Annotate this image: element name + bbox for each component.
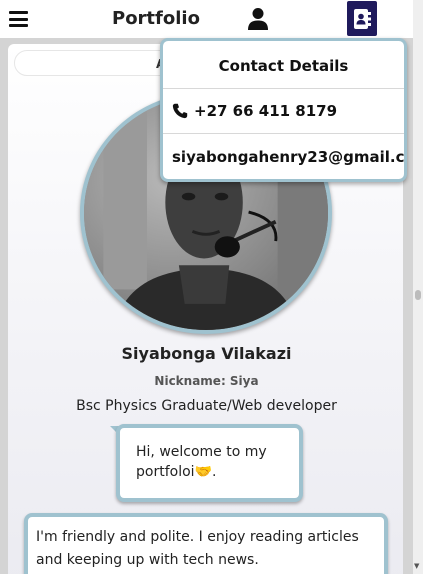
phone-row[interactable]: +27 66 411 8179 [163, 89, 404, 134]
hamburger-icon[interactable] [9, 11, 28, 27]
profile-name: Siyabonga Vilakazi [121, 344, 292, 363]
phone-icon [172, 103, 188, 119]
popup-title: Contact Details [163, 41, 404, 89]
profile-nickname: Nickname: Siya [154, 374, 259, 388]
section-tab[interactable] [14, 50, 174, 76]
person-icon[interactable] [247, 7, 269, 31]
email-address[interactable]: siyabongahenry23@gmail.com [172, 148, 404, 166]
scrollbar-thumb[interactable] [415, 290, 421, 300]
scrollbar[interactable] [413, 0, 423, 574]
brand-title[interactable]: Portfolio [112, 8, 200, 29]
welcome-speech-bubble: Hi, welcome to my portfoloi🤝. [116, 424, 303, 502]
about-text-box: I'm friendly and polite. I enjoy reading… [24, 513, 388, 574]
contact-details-popup: Contact Details +27 66 411 8179 siyabong… [160, 38, 407, 182]
address-book-icon [354, 9, 371, 29]
email-row[interactable]: siyabongahenry23@gmail.com [163, 134, 404, 179]
phone-number[interactable]: +27 66 411 8179 [194, 102, 337, 120]
contact-details-button[interactable] [347, 1, 377, 36]
top-navbar: Portfolio [0, 0, 413, 38]
scroll-down-arrow-icon[interactable]: ▼ [414, 563, 419, 570]
profile-role: Bsc Physics Graduate/Web developer [76, 398, 337, 414]
